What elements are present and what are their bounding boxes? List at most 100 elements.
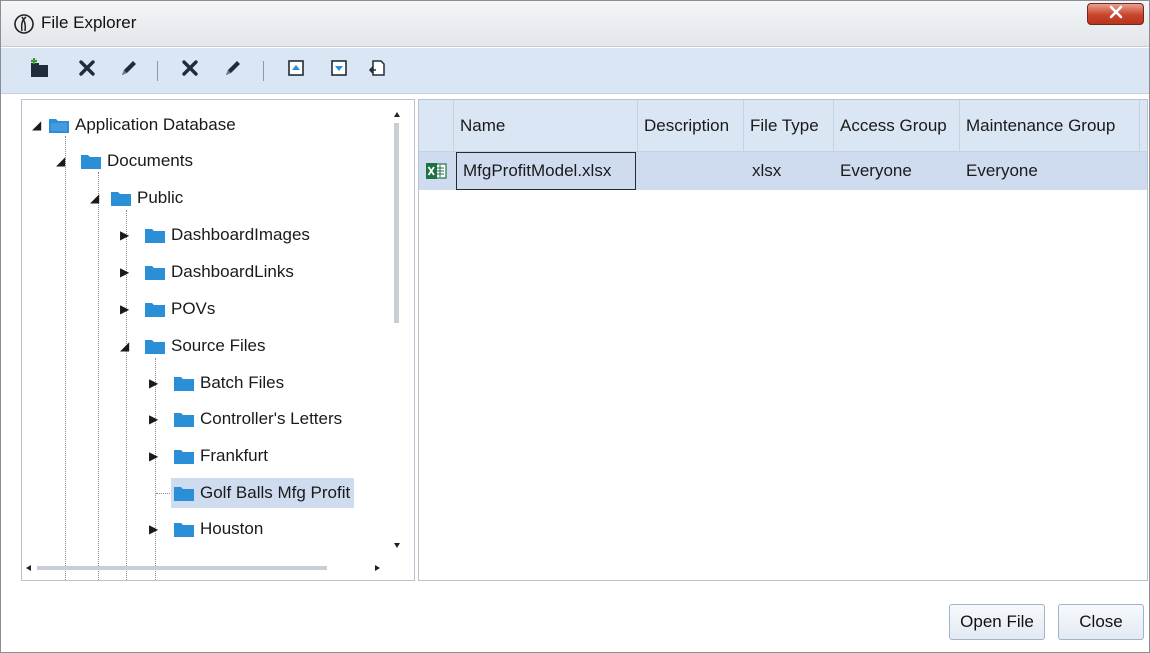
collapse-arrow-icon[interactable]: ◢ [90,191,108,205]
file-grid: Name Description File Type Access Group … [418,99,1148,581]
close-window-button[interactable] [1087,3,1144,25]
tree-item-public[interactable]: ◢ Public [90,183,187,213]
tree-item-label: Batch Files [200,373,285,392]
extract-file-button[interactable] [365,57,391,83]
tree-item-documents[interactable]: ◢ Documents [56,146,197,176]
column-header-maintenance-group[interactable]: Maintenance Group [960,100,1140,152]
file-name-cell[interactable]: MfgProfitModel.xlsx [456,152,636,190]
folder-tree[interactable]: ◢ Application Database ◢ Documents ◢ Pub… [21,99,415,581]
tree-guide-line [156,493,170,494]
collapse-arrow-icon[interactable]: ◢ [56,154,78,168]
tree-item-label: DashboardLinks [171,262,294,281]
excel-file-icon [419,152,454,190]
expand-arrow-icon[interactable]: ▶ [149,376,171,390]
tree-item-label: Public [137,188,184,207]
tree-item-label: DashboardImages [171,225,310,244]
expand-arrow-icon[interactable]: ▶ [120,265,142,279]
maintenance-group-cell[interactable]: Everyone [960,152,1140,190]
folder-icon [173,411,195,428]
tree-item-houston[interactable]: ▶ Houston [149,514,267,544]
download-icon [330,59,348,82]
tree-item-content: Frankfurt [171,441,272,471]
tree-item-label: Frankfurt [200,446,269,465]
tree-item-content: Documents [78,146,197,176]
expand-arrow-icon[interactable]: ▶ [149,449,171,463]
tree-item-content: DashboardLinks [142,257,298,287]
expand-arrow-icon[interactable]: ▶ [149,522,171,536]
edit-file-button[interactable] [220,57,246,83]
folder-icon [173,521,195,538]
title-bar: File Explorer [1,1,1149,47]
toolbar-separator [157,61,158,81]
tree-item-content: DashboardImages [142,220,314,250]
delete-folder-button[interactable] [74,57,100,83]
grid-header: Name Description File Type Access Group … [419,100,1147,152]
file-type-cell[interactable]: xlsx [744,152,834,190]
upload-file-button[interactable] [283,57,309,83]
tree-item-dashboardlinks[interactable]: ▶ DashboardLinks [120,257,298,287]
expand-arrow-icon[interactable]: ▶ [120,228,142,242]
delete-file-button[interactable] [177,57,203,83]
tree-item-golf-balls-mfg-profit[interactable]: Golf Balls Mfg Profit [171,478,355,508]
folder-icon [48,117,70,134]
tree-item-content: Source Files [142,331,269,361]
column-header-access-group[interactable]: Access Group [834,100,960,152]
tree-item-source-files[interactable]: ◢ Source Files [120,331,269,361]
tree-item-label: Application Database [75,115,236,134]
tree-vertical-scrollbar[interactable] [391,109,403,561]
folder-icon [173,375,195,392]
expand-arrow-icon[interactable]: ▶ [149,412,171,426]
tree-item-label: Houston [200,519,264,538]
expand-arrow-icon[interactable]: ▶ [120,302,142,316]
tree-item-content: Application Database [46,110,240,140]
new-folder-icon [28,57,52,84]
file-explorer-window: File Explorer ◢ Application Database ◢ D… [0,0,1150,653]
tree-item-dashboardimages[interactable]: ▶ DashboardImages [120,220,314,250]
tree-item-content: Public [108,183,187,213]
onestream-logo-icon [13,13,35,35]
collapse-arrow-icon[interactable]: ◢ [120,339,142,353]
folder-icon [173,448,195,465]
pencil-icon [119,58,139,83]
column-header-name[interactable]: Name [454,100,638,152]
access-group-cell[interactable]: Everyone [834,152,960,190]
tree-item-content: Controller's Letters [171,404,346,434]
column-header-file-type[interactable]: File Type [744,100,834,152]
column-header-description[interactable]: Description [638,100,744,152]
tree-item-content: POVs [142,294,219,324]
tree-item-label: Golf Balls Mfg Profit [200,483,351,502]
rename-folder-button[interactable] [116,57,142,83]
window-title: File Explorer [41,13,137,32]
tree-item-label: Controller's Letters [200,409,343,428]
tree-item-content: Houston [171,514,267,544]
folder-icon [144,227,166,244]
create-folder-button[interactable] [27,57,53,83]
pencil-icon [223,58,243,83]
row-indicator-header [419,100,454,152]
tree-item-label: Documents [107,151,193,170]
tree-item-application-database[interactable]: ◢ Application Database [32,110,240,140]
export-icon [368,58,387,83]
tree-horizontal-scrollbar[interactable] [23,560,393,574]
tree-item-controllers-letters[interactable]: ▶ Controller's Letters [149,404,346,434]
close-icon [1109,4,1123,24]
tree-item-label: Source Files [171,336,266,355]
folder-icon [144,264,166,281]
folder-icon [173,485,195,502]
file-description-cell[interactable] [638,152,744,190]
tree-item-povs[interactable]: ▶ POVs [120,294,219,324]
folder-icon [110,190,132,207]
close-button[interactable]: Close [1058,604,1144,640]
tree-item-batch-files[interactable]: ▶ Batch Files [149,368,288,398]
toolbar [1,48,1149,94]
table-row[interactable]: MfgProfitModel.xlsx xlsx Everyone Everyo… [419,152,1147,190]
tree-item-frankfurt[interactable]: ▶ Frankfurt [149,441,272,471]
folder-icon [144,338,166,355]
tree-item-content: Batch Files [171,368,288,398]
tree-guide-line [98,172,99,580]
download-file-button[interactable] [326,57,352,83]
delete-icon [181,59,199,82]
open-file-button[interactable]: Open File [949,604,1045,640]
collapse-arrow-icon[interactable]: ◢ [32,118,46,132]
toolbar-separator [263,61,264,81]
